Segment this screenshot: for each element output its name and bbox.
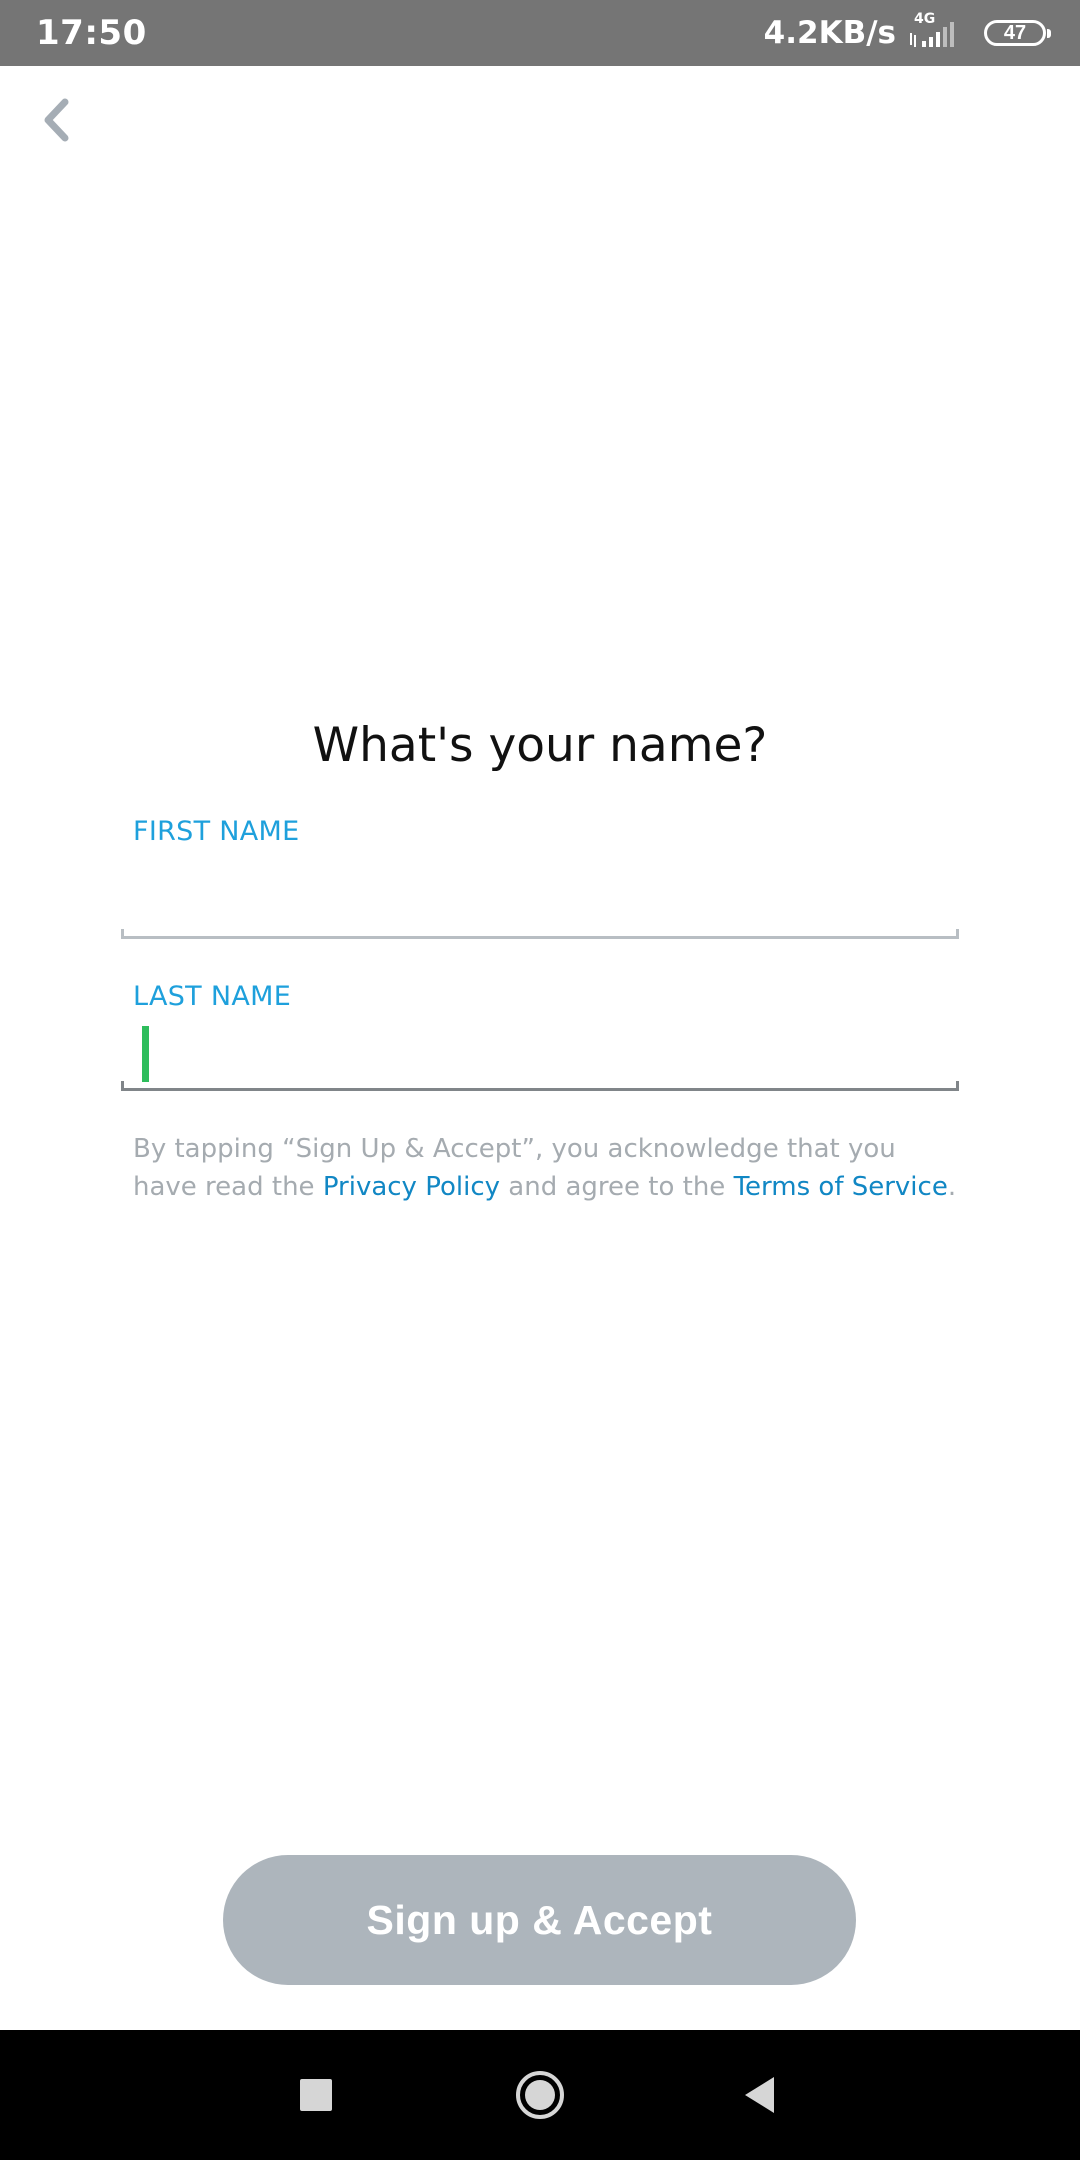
signup-name-screen: 17:50 4.2KB/s 4G 47 What's your name? FI…	[0, 0, 1080, 2160]
first-name-underline	[121, 929, 959, 939]
status-indicators: 4.2KB/s 4G 47	[763, 10, 1051, 56]
status-bar: 17:50 4.2KB/s 4G 47	[0, 0, 1080, 66]
legal-suffix: .	[947, 1172, 957, 1202]
last-name-input[interactable]	[121, 1024, 959, 1084]
last-name-underline	[121, 1081, 959, 1091]
first-name-input[interactable]	[121, 870, 959, 930]
signal-icon: 4G	[908, 11, 968, 53]
battery-icon: 47	[984, 20, 1051, 46]
signup-accept-button[interactable]: Sign up & Accept	[223, 1855, 856, 1985]
system-back-button[interactable]	[700, 2030, 820, 2160]
square-icon	[300, 2079, 332, 2111]
back-button[interactable]	[30, 90, 82, 150]
first-name-label: FIRST NAME	[133, 816, 300, 847]
privacy-policy-link[interactable]: Privacy Policy	[323, 1172, 500, 1202]
last-name-label: LAST NAME	[133, 981, 292, 1012]
battery-level: 47	[1003, 22, 1027, 44]
terms-of-service-link[interactable]: Terms of Service	[734, 1172, 948, 1202]
circle-icon	[516, 2071, 564, 2119]
status-time: 17:50	[36, 13, 147, 53]
legal-notice: By tapping “Sign Up & Accept”, you ackno…	[133, 1130, 963, 1206]
text-caret	[142, 1026, 149, 1082]
home-button[interactable]	[480, 2030, 600, 2160]
legal-middle: and agree to the	[500, 1172, 734, 1202]
chevron-left-icon	[44, 98, 69, 142]
network-speed: 4.2KB/s	[763, 15, 896, 51]
triangle-back-icon	[745, 2077, 774, 2113]
page-title: What's your name?	[312, 718, 768, 773]
network-type: 4G	[914, 11, 936, 27]
recents-button[interactable]	[256, 2030, 376, 2160]
navigation-bar	[0, 2030, 1080, 2160]
